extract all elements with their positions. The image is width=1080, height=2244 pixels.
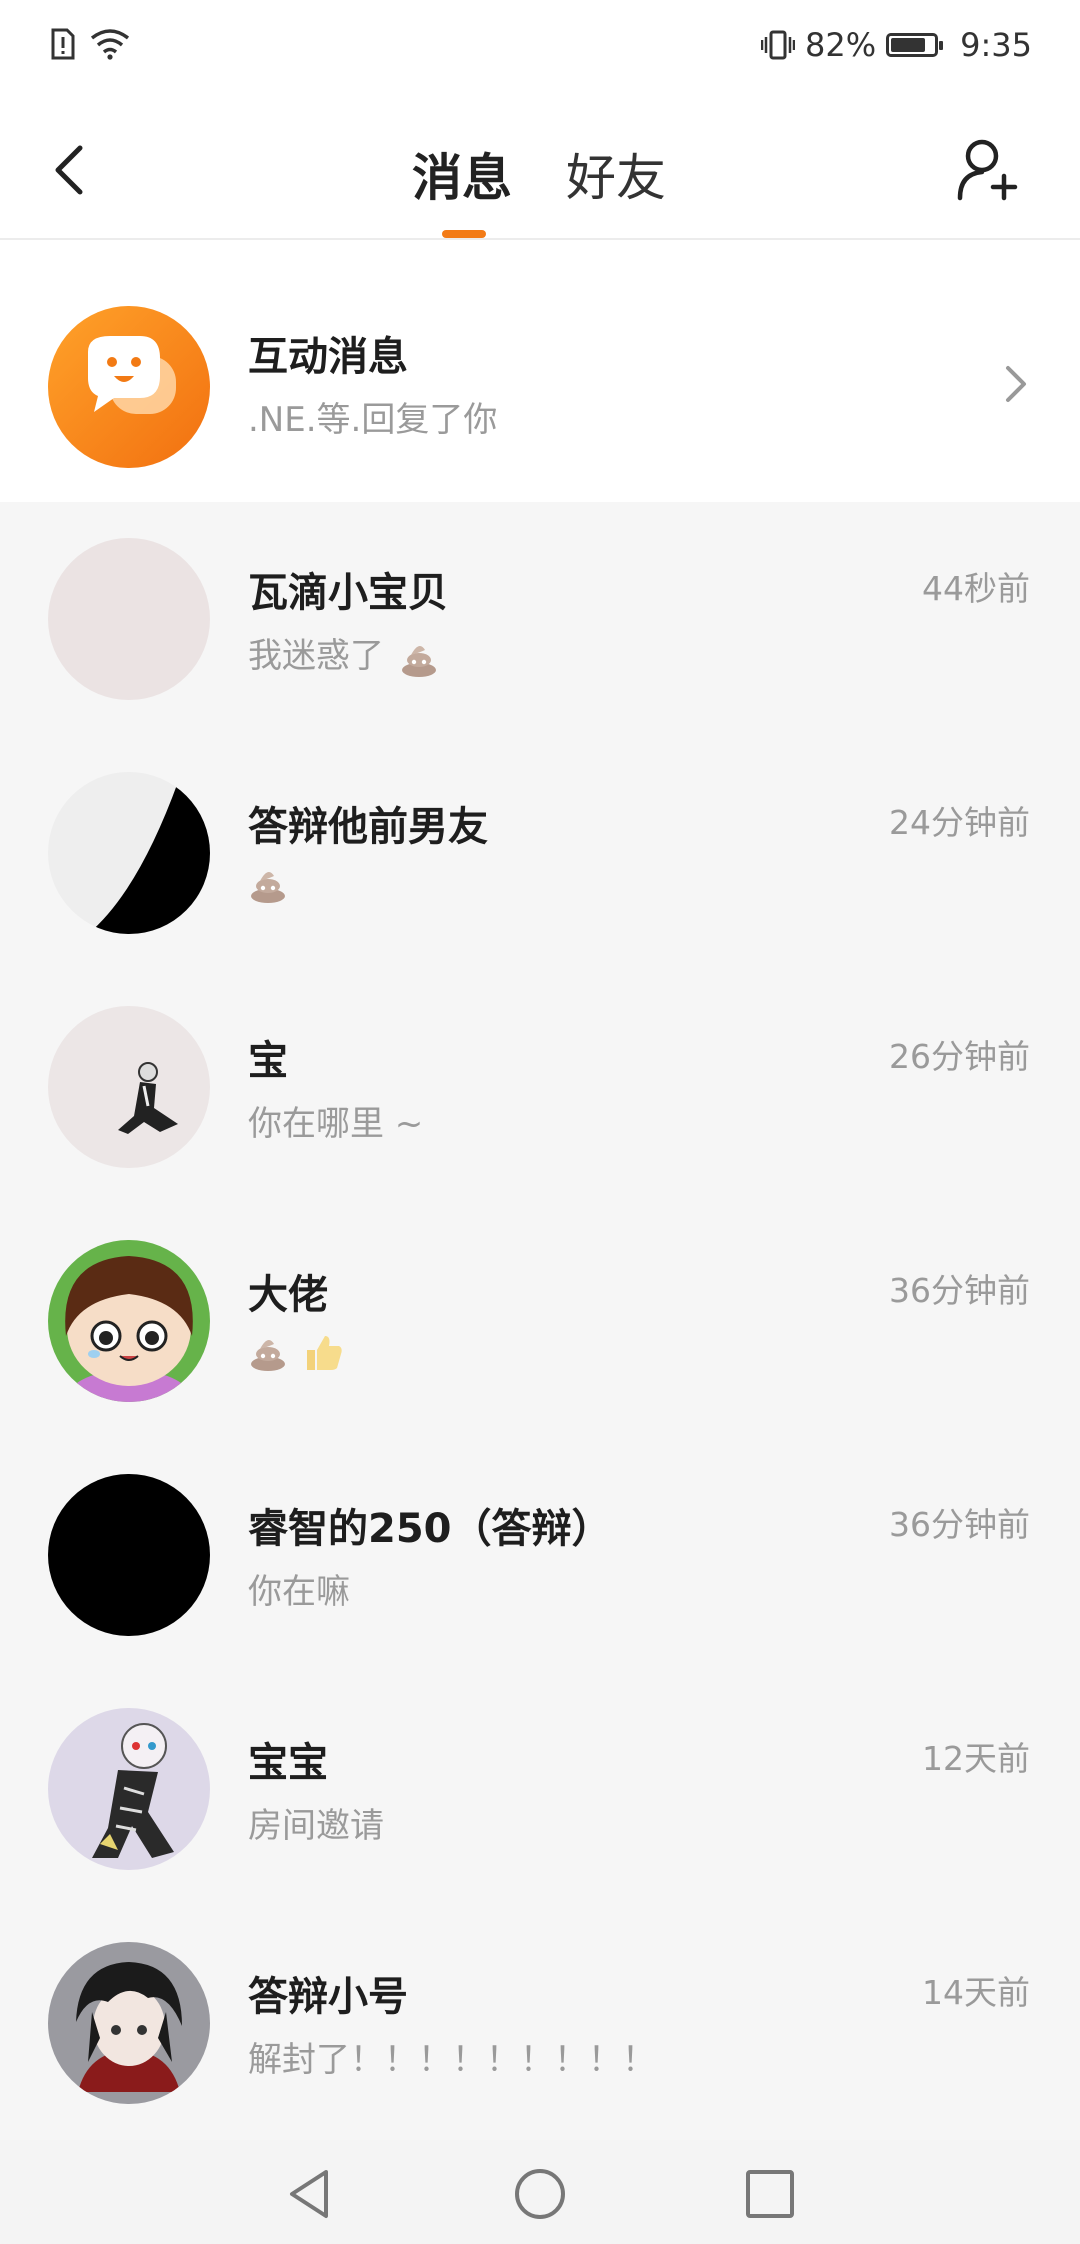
chat-time: 36分钟前 (889, 1505, 1030, 1544)
battery-percent: 82% (805, 26, 877, 64)
back-arrow-icon[interactable] (46, 140, 96, 200)
wifi-icon (90, 29, 130, 60)
poop-emoji-icon (251, 871, 285, 903)
home-circle-icon[interactable] (512, 2166, 568, 2222)
chat-last-message: 你在嘛 (248, 1572, 350, 1612)
chat-last-message: 房间邀请 (248, 1806, 384, 1846)
thumbs-up-emoji-icon (306, 1335, 342, 1370)
top-header: 消息 好友 (0, 96, 1080, 240)
add-person-icon[interactable] (956, 136, 1022, 202)
vibrate-icon (761, 30, 796, 60)
avatar (48, 1942, 210, 2104)
interactive-subtitle: .NE.等.回复了你 (248, 400, 498, 440)
poop-emoji-icon (251, 1339, 285, 1371)
chat-name: 答辩他前男友 (248, 804, 488, 850)
chat-list: 瓦滴小宝贝 我迷惑了 44秒前 答辩他前男友 24分钟前 宝 你在哪里 ~ 26… (0, 502, 1080, 2140)
chat-time: 44秒前 (922, 569, 1030, 608)
chat-last-message: 解封了！！！！！！！！！ (248, 2040, 656, 2080)
chat-bubble-icon (48, 306, 210, 468)
chat-time: 36分钟前 (889, 1271, 1030, 1310)
poop-emoji-icon (401, 645, 436, 677)
chat-name: 宝宝 (248, 1740, 328, 1786)
chat-time: 26分钟前 (889, 1037, 1030, 1076)
chat-name: 瓦滴小宝贝 (248, 570, 448, 616)
avatar (48, 1240, 210, 1402)
battery-icon (886, 33, 944, 57)
chat-row[interactable]: 睿智的250（答辩） 你在嘛 36分钟前 (0, 1438, 1080, 1672)
interactive-title: 互动消息 (248, 334, 408, 380)
chat-time: 12天前 (922, 1739, 1030, 1778)
avatar (48, 1708, 210, 1870)
chat-name: 答辩小号 (248, 1974, 408, 2020)
avatar (48, 1006, 210, 1168)
chat-time: 14天前 (922, 1973, 1030, 2012)
chat-row[interactable]: 宝 你在哪里 ~ 26分钟前 (0, 970, 1080, 1204)
chat-row[interactable]: 答辩他前男友 24分钟前 (0, 736, 1080, 970)
chat-row[interactable]: 宝宝 房间邀请 12天前 (0, 1672, 1080, 1906)
chat-last-message (248, 862, 288, 904)
system-nav-bar (0, 2140, 1080, 2244)
sim-alert-icon (51, 28, 75, 60)
tab-messages[interactable]: 消息 (412, 138, 512, 210)
chat-name: 大佬 (248, 1272, 328, 1318)
avatar (48, 538, 210, 700)
chevron-right-icon (1006, 366, 1026, 402)
chat-row[interactable]: 答辩小号 解封了！！！！！！！！！ 14天前 (0, 1906, 1080, 2140)
chat-last-message: 我迷惑了 (248, 628, 439, 678)
chat-message-text: 我迷惑了 (248, 636, 384, 676)
back-triangle-icon[interactable] (282, 2166, 338, 2222)
chat-last-message (248, 1330, 343, 1372)
chat-last-message: 你在哪里 ~ (248, 1104, 424, 1144)
chat-name: 宝 (248, 1038, 288, 1084)
tab-friends[interactable]: 好友 (566, 138, 666, 210)
chat-row[interactable]: 大佬 36分钟前 (0, 1204, 1080, 1438)
avatar (48, 772, 210, 934)
interactive-messages-row[interactable]: 互动消息 .NE.等.回复了你 (0, 240, 1080, 502)
clock: 9:35 (960, 26, 1032, 64)
status-bar: 82% 9:35 (0, 0, 1080, 96)
chat-name: 睿智的250（答辩） (248, 1506, 612, 1552)
active-tab-indicator (442, 230, 486, 238)
recents-square-icon[interactable] (742, 2166, 798, 2222)
avatar (48, 1474, 210, 1636)
chat-row[interactable]: 瓦滴小宝贝 我迷惑了 44秒前 (0, 502, 1080, 736)
chat-time: 24分钟前 (889, 803, 1030, 842)
